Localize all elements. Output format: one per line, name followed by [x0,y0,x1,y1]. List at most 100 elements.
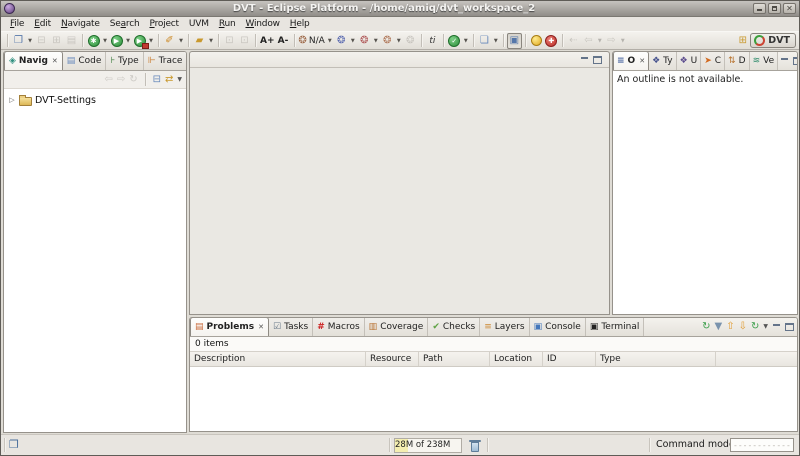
save-button[interactable]: ⊟ [34,33,49,49]
tab-layers[interactable]: ≡ Layers [480,318,529,336]
tab-trace[interactable]: ⊩ Trace [144,52,187,70]
sync2-icon[interactable]: ↻ [751,322,759,332]
font-decrease-button[interactable]: A- [276,33,291,49]
menu-window[interactable]: Window [240,17,284,31]
tab-tasks[interactable]: ☑ Tasks [269,318,313,336]
collapse-all-icon[interactable]: ⊟ [153,75,161,85]
fast-view-icon[interactable]: ❐ [9,438,19,451]
link-with-editor-icon[interactable]: ⇄ [165,75,173,85]
run-wand-dropdown[interactable]: ▼ [177,33,185,49]
tab-terminal[interactable]: ▣ Terminal [586,318,645,336]
compile-waivers-dropdown[interactable]: ▼ [326,33,334,49]
forward-dropdown[interactable]: ▼ [619,33,627,49]
font-increase-button[interactable]: A+ [259,33,276,49]
app-icon[interactable] [4,3,15,14]
tab-checks[interactable]: ✔ Checks [428,318,480,336]
full-compile-button[interactable]: ❂ [334,33,349,49]
previous-marker-button[interactable]: ⊡ [222,33,237,49]
menu-file[interactable]: File [5,17,29,31]
check-build-dropdown[interactable]: ▼ [462,33,470,49]
column-type[interactable]: Type [596,352,716,366]
dvt-perspective-button[interactable]: DVT [750,33,796,48]
maximize-view-icon[interactable] [785,323,794,331]
help-button[interactable]: ✚ [544,33,559,49]
tab-problems[interactable]: ▤ Problems ✕ [190,317,269,336]
debug-dropdown[interactable]: ▼ [101,33,109,49]
stop-compile-button[interactable]: ❂ [380,33,395,49]
tab-console[interactable]: ▣ Console [530,318,586,336]
close-tab-icon[interactable]: ✕ [258,323,264,331]
open-folder-dropdown[interactable]: ▼ [207,33,215,49]
run-garbage-collector-icon[interactable] [469,439,481,452]
semantic-highlight-button[interactable]: ti [425,33,440,49]
tab-type[interactable]: ⊦ Type [106,52,143,70]
run-button[interactable]: ▶ [109,33,124,49]
column-id[interactable]: ID [543,352,596,366]
column-description[interactable]: Description [190,352,366,366]
new-wizard-button[interactable]: ❐ [11,33,26,49]
next-problem-icon[interactable]: ⇩ [739,322,747,332]
tab-design[interactable]: ⇅ D [725,52,749,70]
maximize-editor-icon[interactable] [593,56,602,64]
debug-button[interactable]: ✱ [86,33,101,49]
sync-icon[interactable]: ↻ [702,322,710,332]
forward-button[interactable]: ⇨ [604,33,619,49]
tab-verification[interactable]: ≋ Ve [750,52,779,70]
close-tab-icon[interactable]: ✕ [52,57,58,65]
view-forward-icon[interactable]: ⇨ [117,75,125,85]
back-dropdown[interactable]: ▼ [596,33,604,49]
column-location[interactable]: Location [490,352,543,366]
open-perspective-button[interactable]: ⊞ [735,33,750,49]
tab-types[interactable]: ❖ Ty [649,52,677,70]
window-layout-dropdown[interactable]: ▼ [492,33,500,49]
incremental-compile-dropdown[interactable]: ▼ [372,33,380,49]
maximize-view-icon[interactable] [793,57,798,65]
save-all-button[interactable]: ⊞ [49,33,64,49]
window-layout-button[interactable]: ❏ [477,33,492,49]
tab-coverage[interactable]: ▥ Coverage [365,318,429,336]
view-back-icon[interactable]: ⇦ [104,75,112,85]
minimize-view-icon[interactable] [780,57,789,65]
close-window-button[interactable] [783,3,796,14]
last-edit-location-button[interactable]: ⇠ [566,33,581,49]
open-folder-button[interactable]: ▰ [192,33,207,49]
tab-code[interactable]: ▤ Code [63,52,107,70]
view-menu-icon[interactable]: ▼ [177,77,182,83]
minimize-editor-icon[interactable] [580,56,589,64]
stop-compile-dropdown[interactable]: ▼ [395,33,403,49]
tab-outline[interactable]: ≡ O ✕ [613,51,649,70]
full-compile-dropdown[interactable]: ▼ [349,33,357,49]
compile-waivers-button[interactable]: ❂N/A [298,33,326,49]
tab-checks-view[interactable]: ➤ C [701,52,725,70]
column-path[interactable]: Path [419,352,490,366]
menu-navigate[interactable]: Navigate [56,17,105,31]
tip-of-the-day-button[interactable] [529,33,544,49]
filter-icon[interactable]: ▼ [715,322,723,332]
menu-help[interactable]: Help [285,17,315,31]
next-marker-button[interactable]: ⊡ [237,33,252,49]
run-dropdown[interactable]: ▼ [124,33,132,49]
tree-item-dvt-settings[interactable]: ▷ DVT-Settings [4,92,186,108]
tab-macros[interactable]: # Macros [313,318,364,336]
back-button[interactable]: ⇦ [581,33,596,49]
tab-navigate[interactable]: ◈ Navig ✕ [4,51,63,70]
tab-uvm[interactable]: ❖ U [677,52,702,70]
toggle-editor-area-button[interactable]: ▣ [507,33,522,49]
close-tab-icon[interactable]: ✕ [639,57,645,65]
problems-table-body[interactable] [190,367,797,432]
menu-project[interactable]: Project [144,17,183,31]
previous-problem-icon[interactable]: ⇧ [726,322,734,332]
menu-run[interactable]: Run [214,17,241,31]
compile-off-button[interactable]: ❂ [403,33,418,49]
print-button[interactable]: ▤ [64,33,79,49]
command-mode-input[interactable] [730,438,794,452]
check-build-button[interactable]: ✓ [447,33,462,49]
menu-uvm[interactable]: UVM [184,17,214,31]
maximize-window-button[interactable] [768,3,781,14]
external-tools-button[interactable]: ▶ [132,33,147,49]
minimize-view-icon[interactable] [772,323,781,331]
incremental-compile-button[interactable]: ❂ [357,33,372,49]
view-refresh-icon[interactable]: ↻ [129,75,137,85]
menu-edit[interactable]: Edit [29,17,56,31]
minimize-window-button[interactable] [753,3,766,14]
